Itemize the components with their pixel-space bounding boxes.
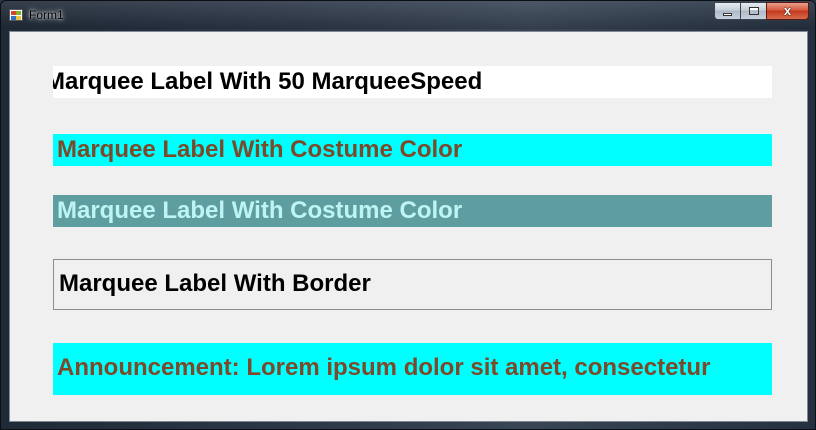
app-window: Form1 x Marquee Label With 50 MarqueeSpe… — [0, 0, 816, 430]
minimize-button[interactable] — [714, 2, 740, 20]
maximize-button[interactable] — [740, 2, 766, 20]
marquee-label-border-text: Marquee Label With Border — [59, 270, 371, 297]
minimize-icon — [723, 13, 732, 16]
marquee-label-announcement-text: Announcement: Lorem ipsum dolor sit amet… — [57, 354, 711, 381]
marquee-label-custom-color-teal: Marquee Label With Costume Color — [53, 195, 772, 227]
marquee-label-border: Marquee Label With Border — [53, 259, 772, 310]
form-client-area: Marquee Label With 50 MarqueeSpeed Marqu… — [9, 31, 808, 422]
close-icon: x — [783, 3, 792, 18]
app-icon[interactable] — [9, 9, 23, 21]
marquee-label-speed: Marquee Label With 50 MarqueeSpeed — [53, 66, 772, 98]
maximize-icon — [749, 7, 759, 15]
marquee-label-custom-color-teal-text: Marquee Label With Costume Color — [57, 197, 463, 224]
marquee-label-speed-text: Marquee Label With 50 MarqueeSpeed — [53, 68, 483, 95]
title-bar[interactable]: Form1 x — [1, 1, 815, 29]
marquee-label-custom-color-cyan: Marquee Label With Costume Color — [53, 134, 772, 166]
caption-buttons: x — [714, 2, 809, 22]
window-title: Form1 — [29, 8, 64, 22]
marquee-label-announcement: Announcement: Lorem ipsum dolor sit amet… — [53, 343, 772, 395]
marquee-label-custom-color-cyan-text: Marquee Label With Costume Color — [57, 136, 463, 163]
close-button[interactable]: x — [766, 2, 809, 20]
